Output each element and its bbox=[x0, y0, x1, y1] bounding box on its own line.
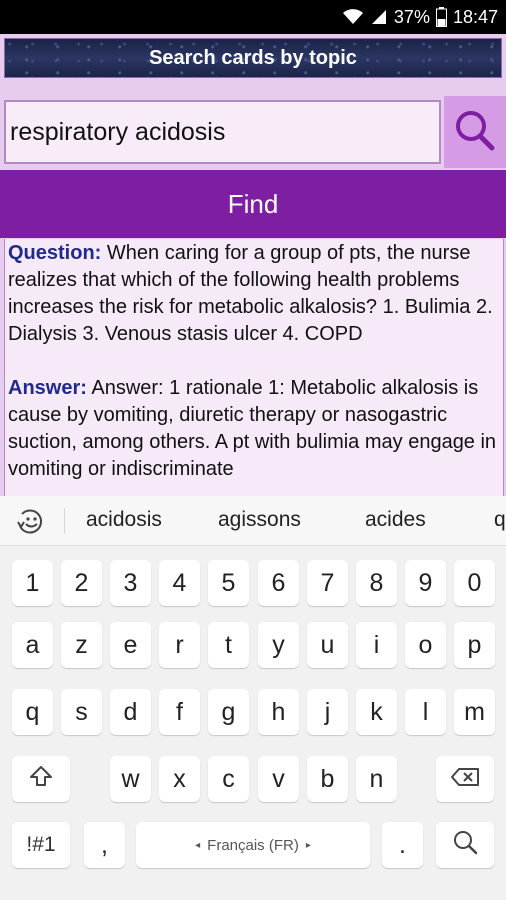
key-m[interactable]: m bbox=[454, 689, 495, 735]
key-r[interactable]: r bbox=[159, 622, 200, 668]
key-b[interactable]: b bbox=[307, 756, 348, 802]
key-7[interactable]: 7 bbox=[307, 560, 348, 606]
backspace-key[interactable] bbox=[436, 756, 494, 802]
app-screen: Search cards by topic respiratory acidos… bbox=[0, 34, 506, 496]
key-8[interactable]: 8 bbox=[356, 560, 397, 606]
space-key[interactable]: ◂ Français (FR) ▸ bbox=[136, 822, 370, 868]
key-l[interactable]: l bbox=[405, 689, 446, 735]
key-k[interactable]: k bbox=[356, 689, 397, 735]
key-5[interactable]: 5 bbox=[208, 560, 249, 606]
key-u[interactable]: u bbox=[307, 622, 348, 668]
key-e[interactable]: e bbox=[110, 622, 151, 668]
key-j[interactable]: j bbox=[307, 689, 348, 735]
symbols-key[interactable]: !#1 bbox=[12, 822, 70, 868]
search-button[interactable] bbox=[444, 96, 506, 168]
search-input-value: respiratory acidosis bbox=[10, 117, 226, 146]
keyboard-search-key[interactable] bbox=[436, 822, 494, 868]
status-bar: 37% 18:47 bbox=[0, 0, 506, 34]
suggestion-3[interactable]: acides bbox=[365, 508, 426, 532]
clock: 18:47 bbox=[452, 6, 498, 27]
key-a[interactable]: a bbox=[12, 622, 53, 668]
signal-icon bbox=[370, 8, 388, 26]
search-icon bbox=[452, 829, 478, 862]
search-input[interactable]: respiratory acidosis bbox=[4, 100, 441, 164]
search-row: respiratory acidosis bbox=[0, 96, 506, 168]
key-g[interactable]: g bbox=[208, 689, 249, 735]
suggestion-bar: acidosis agissons acides q bbox=[0, 496, 506, 546]
key-6[interactable]: 6 bbox=[258, 560, 299, 606]
key-q[interactable]: q bbox=[12, 689, 53, 735]
wifi-icon bbox=[342, 8, 364, 26]
backspace-icon bbox=[450, 765, 480, 794]
key-w[interactable]: w bbox=[110, 756, 151, 802]
key-h[interactable]: h bbox=[258, 689, 299, 735]
key-p[interactable]: p bbox=[454, 622, 495, 668]
key-d[interactable]: d bbox=[110, 689, 151, 735]
find-button-label: Find bbox=[227, 188, 279, 219]
soft-keyboard: acidosis agissons acides q 1 2 3 4 5 6 7… bbox=[0, 496, 506, 900]
battery-icon bbox=[435, 7, 447, 27]
space-key-label: Français (FR) bbox=[207, 836, 299, 854]
key-i[interactable]: i bbox=[356, 622, 397, 668]
key-s[interactable]: s bbox=[61, 689, 102, 735]
period-key[interactable]: . bbox=[382, 822, 423, 868]
key-c[interactable]: c bbox=[208, 756, 249, 802]
key-v[interactable]: v bbox=[258, 756, 299, 802]
key-4[interactable]: 4 bbox=[159, 560, 200, 606]
answer-block: Answer: Answer: 1 rationale 1: Metabolic… bbox=[8, 375, 500, 483]
answer-label: Answer: bbox=[8, 377, 87, 399]
suggestion-1[interactable]: acidosis bbox=[86, 508, 162, 532]
key-2[interactable]: 2 bbox=[61, 560, 102, 606]
suggestion-separator bbox=[64, 508, 65, 534]
key-0[interactable]: 0 bbox=[454, 560, 495, 606]
key-y[interactable]: y bbox=[258, 622, 299, 668]
key-f[interactable]: f bbox=[159, 689, 200, 735]
question-label: Question: bbox=[8, 242, 102, 264]
key-z[interactable]: z bbox=[61, 622, 102, 668]
search-icon bbox=[453, 108, 497, 157]
comma-key[interactable]: , bbox=[84, 822, 125, 868]
key-t[interactable]: t bbox=[208, 622, 249, 668]
key-3[interactable]: 3 bbox=[110, 560, 151, 606]
question-block: Question: When caring for a group of pts… bbox=[8, 240, 500, 348]
shift-key[interactable] bbox=[12, 756, 70, 802]
header-banner: Search cards by topic bbox=[4, 38, 502, 78]
chevron-right-icon: ▸ bbox=[305, 839, 311, 851]
suggestion-2[interactable]: agissons bbox=[218, 508, 301, 532]
card-content[interactable]: Question: When caring for a group of pts… bbox=[4, 239, 504, 496]
page-title: Search cards by topic bbox=[149, 46, 357, 69]
find-button[interactable]: Find bbox=[0, 170, 506, 238]
emoji-icon[interactable] bbox=[16, 508, 46, 536]
battery-percent: 37% bbox=[393, 6, 430, 27]
key-9[interactable]: 9 bbox=[405, 560, 446, 606]
shift-icon bbox=[29, 764, 53, 795]
key-1[interactable]: 1 bbox=[12, 560, 53, 606]
chevron-left-icon: ◂ bbox=[195, 839, 201, 851]
key-o[interactable]: o bbox=[405, 622, 446, 668]
suggestion-4[interactable]: q bbox=[494, 508, 506, 532]
key-n[interactable]: n bbox=[356, 756, 397, 802]
key-x[interactable]: x bbox=[159, 756, 200, 802]
